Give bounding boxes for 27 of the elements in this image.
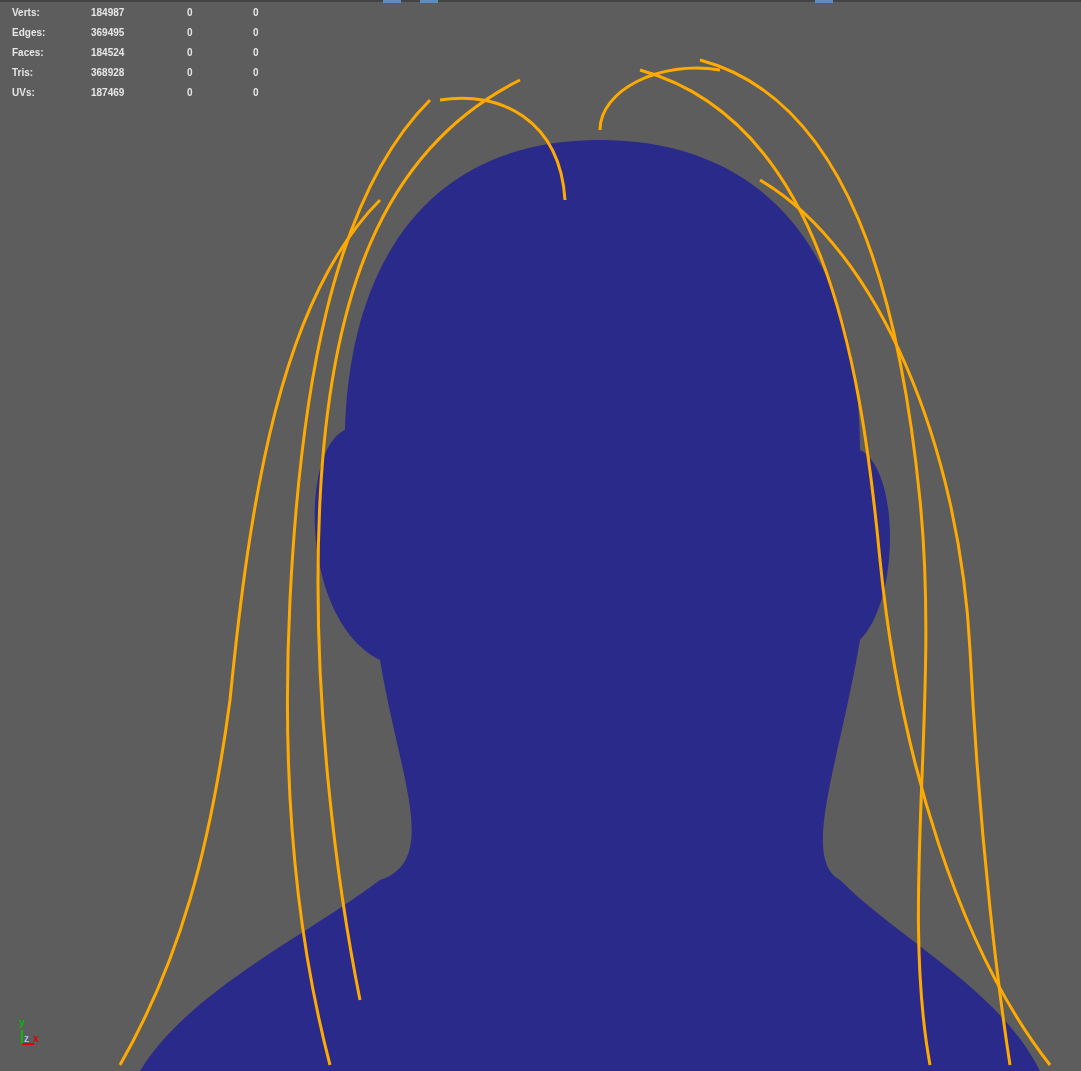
hud-label: Verts: bbox=[12, 5, 41, 20]
hud-value: 0 bbox=[253, 25, 260, 40]
hud-value: 0 bbox=[187, 5, 194, 20]
hud-value: 184524 bbox=[91, 45, 126, 60]
axis-label: x bbox=[33, 1034, 39, 1044]
hud-value: 0 bbox=[187, 65, 194, 80]
hud-value: 0 bbox=[253, 5, 260, 20]
hud-value: 0 bbox=[187, 45, 194, 60]
hud-value: 369495 bbox=[91, 25, 126, 40]
hud-value: 0 bbox=[253, 65, 260, 80]
axis-gizmo-icon bbox=[21, 1030, 35, 1045]
hud-label: Faces: bbox=[12, 45, 45, 60]
axis-label: y bbox=[19, 1018, 25, 1028]
hud-value: 368928 bbox=[91, 65, 126, 80]
hud-label: Edges: bbox=[12, 25, 47, 40]
axis-label: z bbox=[24, 1034, 29, 1044]
toolbar-button-icon[interactable] bbox=[815, 0, 833, 3]
hud-value: 0 bbox=[253, 45, 260, 60]
hud-value: 187469 bbox=[91, 85, 126, 100]
hud-value: 184987 bbox=[91, 5, 126, 20]
hud-label: Tris: bbox=[12, 65, 35, 80]
hud-value: 0 bbox=[187, 25, 194, 40]
toolbar-button-icon[interactable] bbox=[420, 0, 438, 3]
hud-value: 0 bbox=[253, 85, 260, 100]
toolbar-button-icon[interactable] bbox=[383, 0, 401, 3]
hud-value: 0 bbox=[187, 85, 194, 100]
hud-label: UVs: bbox=[12, 85, 36, 100]
